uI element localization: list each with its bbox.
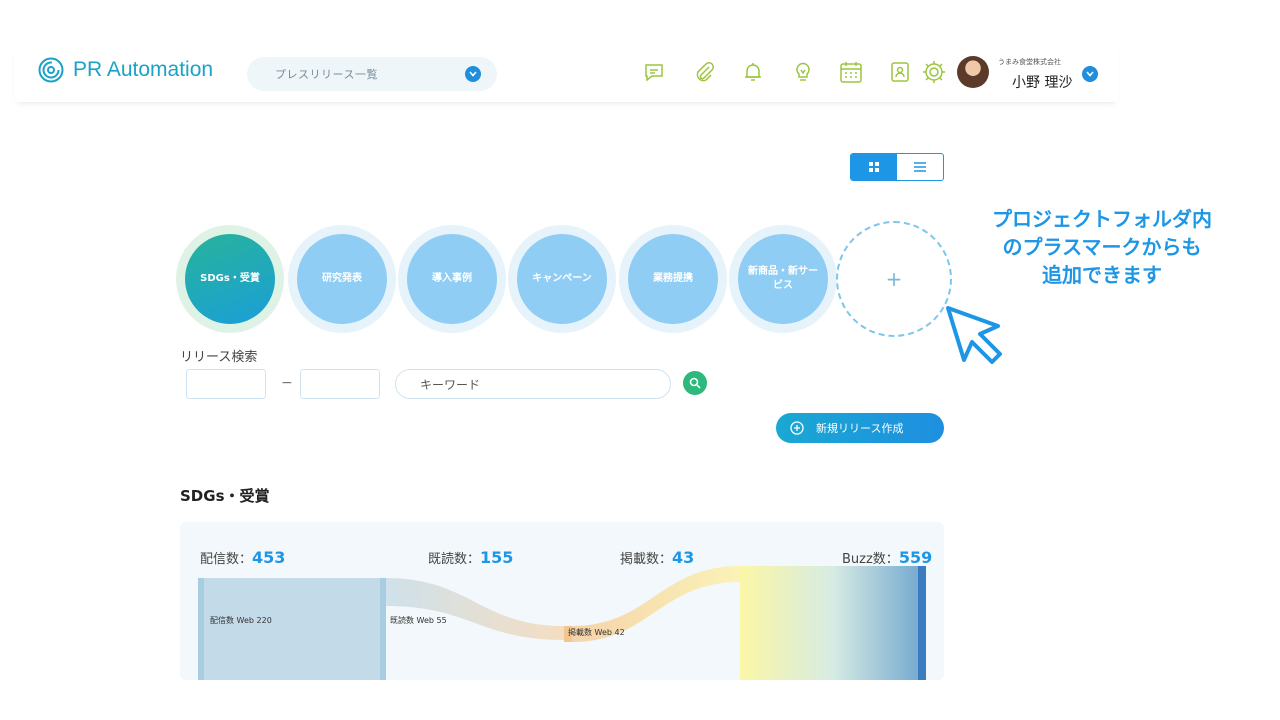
logo-text: PR Automation bbox=[73, 58, 214, 81]
sankey-flow-delivered-read bbox=[386, 578, 564, 640]
keyword-input[interactable]: キーワード bbox=[395, 369, 671, 399]
category-label: 新商品・新サービス bbox=[738, 234, 828, 324]
user-menu-chevron-icon[interactable] bbox=[1082, 66, 1098, 82]
stat-read-label: 既読数： bbox=[428, 552, 481, 567]
paperclip-icon[interactable] bbox=[690, 58, 718, 86]
plus-icon: + bbox=[885, 267, 903, 291]
date-to-input[interactable] bbox=[300, 369, 380, 399]
category-label: 業務提携 bbox=[628, 234, 718, 324]
gear-icon[interactable] bbox=[920, 58, 948, 86]
stat-posted: 掲載数：43 bbox=[620, 548, 694, 567]
hint-callout: プロジェクトフォルダ内 のプラスマークからも 追加できます bbox=[962, 205, 1242, 289]
calendar-icon[interactable] bbox=[837, 58, 865, 86]
cursor-arrow-icon bbox=[946, 306, 1002, 364]
bell-icon[interactable] bbox=[739, 58, 767, 86]
grid-view-button[interactable] bbox=[851, 154, 897, 180]
date-from-input[interactable] bbox=[186, 369, 266, 399]
category-label: キャンペーン bbox=[517, 234, 607, 324]
grid-icon bbox=[869, 162, 879, 172]
top-header: PR Automation プレスリリース一覧 うまみ食堂株式会社 小野 理沙 bbox=[14, 44, 1118, 102]
lightbulb-icon[interactable] bbox=[789, 58, 817, 86]
stat-posted-label: 掲載数： bbox=[620, 552, 673, 567]
logo[interactable]: PR Automation bbox=[38, 57, 213, 83]
stat-read-value: 155 bbox=[480, 548, 514, 567]
user-name: 小野 理沙 bbox=[1012, 75, 1073, 91]
category-label: 研究発表 bbox=[297, 234, 387, 324]
category-campaign[interactable]: キャンペーン bbox=[508, 225, 616, 333]
search-button[interactable] bbox=[683, 371, 707, 395]
category-label: 導入事例 bbox=[407, 234, 497, 324]
new-release-button[interactable]: 新規リリース作成 bbox=[776, 413, 944, 443]
stat-delivered-label: 配信数： bbox=[200, 552, 253, 567]
stats-panel: 配信数：453 既読数：155 掲載数：43 Buzz数：559 配信数 Web… bbox=[180, 522, 944, 680]
avatar[interactable] bbox=[957, 56, 989, 88]
new-release-label: 新規リリース作成 bbox=[816, 422, 904, 435]
hint-line-3: 追加できます bbox=[1042, 263, 1162, 287]
date-range-dash: − bbox=[281, 375, 293, 391]
stat-buzz: Buzz数：559 bbox=[842, 548, 932, 567]
page-select[interactable]: プレスリリース一覧 bbox=[247, 57, 497, 91]
search-label: リリース検索 bbox=[180, 350, 258, 365]
chevron-down-icon bbox=[465, 66, 481, 82]
view-toggle bbox=[850, 153, 944, 181]
category-sdgs[interactable]: SDGs・受賞 bbox=[176, 225, 284, 333]
stat-buzz-value: 559 bbox=[898, 548, 933, 567]
sankey-node-label: 既読数 Web 55 bbox=[390, 616, 447, 625]
logo-icon bbox=[38, 57, 64, 83]
chat-icon[interactable] bbox=[640, 58, 668, 86]
page-select-label: プレスリリース一覧 bbox=[275, 68, 378, 81]
sankey-node-label: 掲載数 Web 42 bbox=[568, 628, 625, 637]
sankey-node-label: 配信数 Web 220 bbox=[210, 616, 272, 625]
user-company: うまみ食堂株式会社 bbox=[998, 58, 1061, 66]
sankey-node-buzz bbox=[740, 566, 926, 680]
contact-icon[interactable] bbox=[886, 58, 914, 86]
category-partnership[interactable]: 業務提携 bbox=[619, 225, 727, 333]
sankey-node-delivered bbox=[198, 578, 386, 680]
category-case-study[interactable]: 導入事例 bbox=[398, 225, 506, 333]
stat-delivered-value: 453 bbox=[252, 548, 286, 567]
stat-delivered: 配信数：453 bbox=[200, 548, 285, 567]
section-title: SDGs・受賞 bbox=[180, 487, 270, 505]
category-research[interactable]: 研究発表 bbox=[288, 225, 396, 333]
stat-read: 既読数：155 bbox=[428, 548, 513, 567]
hint-line-1: プロジェクトフォルダ内 bbox=[992, 207, 1212, 231]
hint-line-2: のプラスマークからも bbox=[1002, 235, 1202, 259]
keyword-placeholder: キーワード bbox=[420, 377, 481, 392]
stat-posted-value: 43 bbox=[672, 548, 695, 567]
category-new-product[interactable]: 新商品・新サービス bbox=[729, 225, 837, 333]
sankey-diagram bbox=[198, 566, 926, 680]
list-view-button[interactable] bbox=[897, 154, 943, 180]
search-icon bbox=[689, 377, 701, 389]
stat-buzz-label: Buzz数： bbox=[842, 552, 899, 567]
list-icon bbox=[914, 162, 926, 172]
plus-circle-icon bbox=[790, 421, 804, 435]
category-label: SDGs・受賞 bbox=[185, 234, 275, 324]
add-category-button[interactable]: + bbox=[836, 221, 952, 337]
